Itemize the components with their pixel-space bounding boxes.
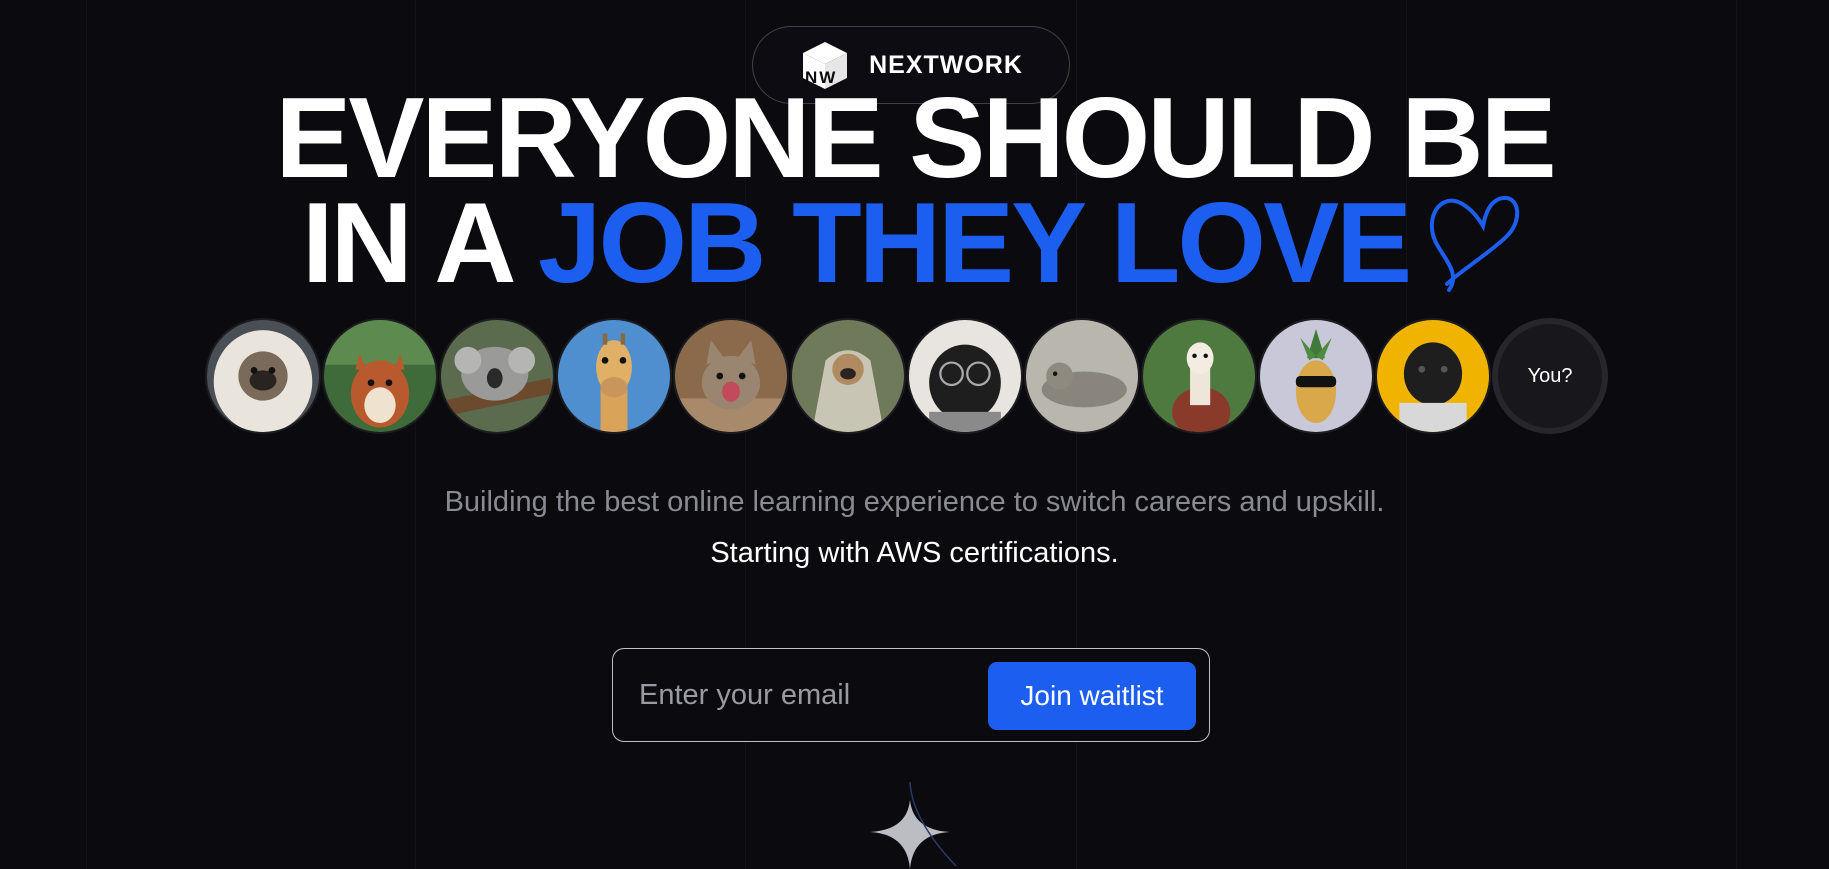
hero-line-2: IN A JOB THEY LOVE <box>0 186 1829 301</box>
pug-icon <box>792 320 904 432</box>
avatar-giraffe <box>556 318 672 434</box>
hero-tagline: Starting with AWS certifications. <box>710 537 1119 569</box>
seal-icon <box>1026 320 1138 432</box>
avatar-pug-blanket <box>790 318 906 434</box>
pineapple-icon <box>1260 320 1372 432</box>
heart-icon <box>1430 195 1520 292</box>
pug-icon <box>909 320 1021 432</box>
giraffe-icon <box>558 320 670 432</box>
avatar-koala <box>439 318 555 434</box>
avatar-row: You? <box>205 318 1608 434</box>
hero-subtitle: Building the best online learning experi… <box>444 486 1385 518</box>
hero-line-1: EVERYONE SHOULD BE <box>275 75 1556 202</box>
avatar-squirrel <box>322 318 438 434</box>
waitlist-form: Join waitlist <box>612 648 1210 742</box>
squirrel-icon <box>324 320 436 432</box>
hero-headline: EVERYONE SHOULD BE IN A JOB THEY LOVE <box>0 75 1829 301</box>
avatar-pug-sweater <box>1375 318 1491 434</box>
pug-icon <box>207 320 319 432</box>
avatar-pug-glasses <box>907 318 1023 434</box>
avatar-you-placeholder[interactable]: You? <box>1492 318 1608 434</box>
avatar-seal <box>1024 318 1140 434</box>
avatar-alpaca <box>1141 318 1257 434</box>
hero-line-2-prefix: IN A <box>301 180 539 307</box>
kitten-icon <box>675 320 787 432</box>
join-waitlist-button[interactable]: Join waitlist <box>988 662 1196 730</box>
koala-icon <box>441 320 553 432</box>
hero-highlight: JOB THEY LOVE <box>538 180 1412 307</box>
sparkle-icon <box>870 781 957 869</box>
avatar-pineapple <box>1258 318 1374 434</box>
landing-page: NW NEXTWORK EVERYONE SHOULD BE IN A JOB … <box>0 0 1829 869</box>
avatar-kitten <box>673 318 789 434</box>
pug-icon <box>1377 320 1489 432</box>
alpaca-icon <box>1143 320 1255 432</box>
email-input[interactable] <box>627 663 987 727</box>
avatar-pug-fur-hood <box>205 318 321 434</box>
